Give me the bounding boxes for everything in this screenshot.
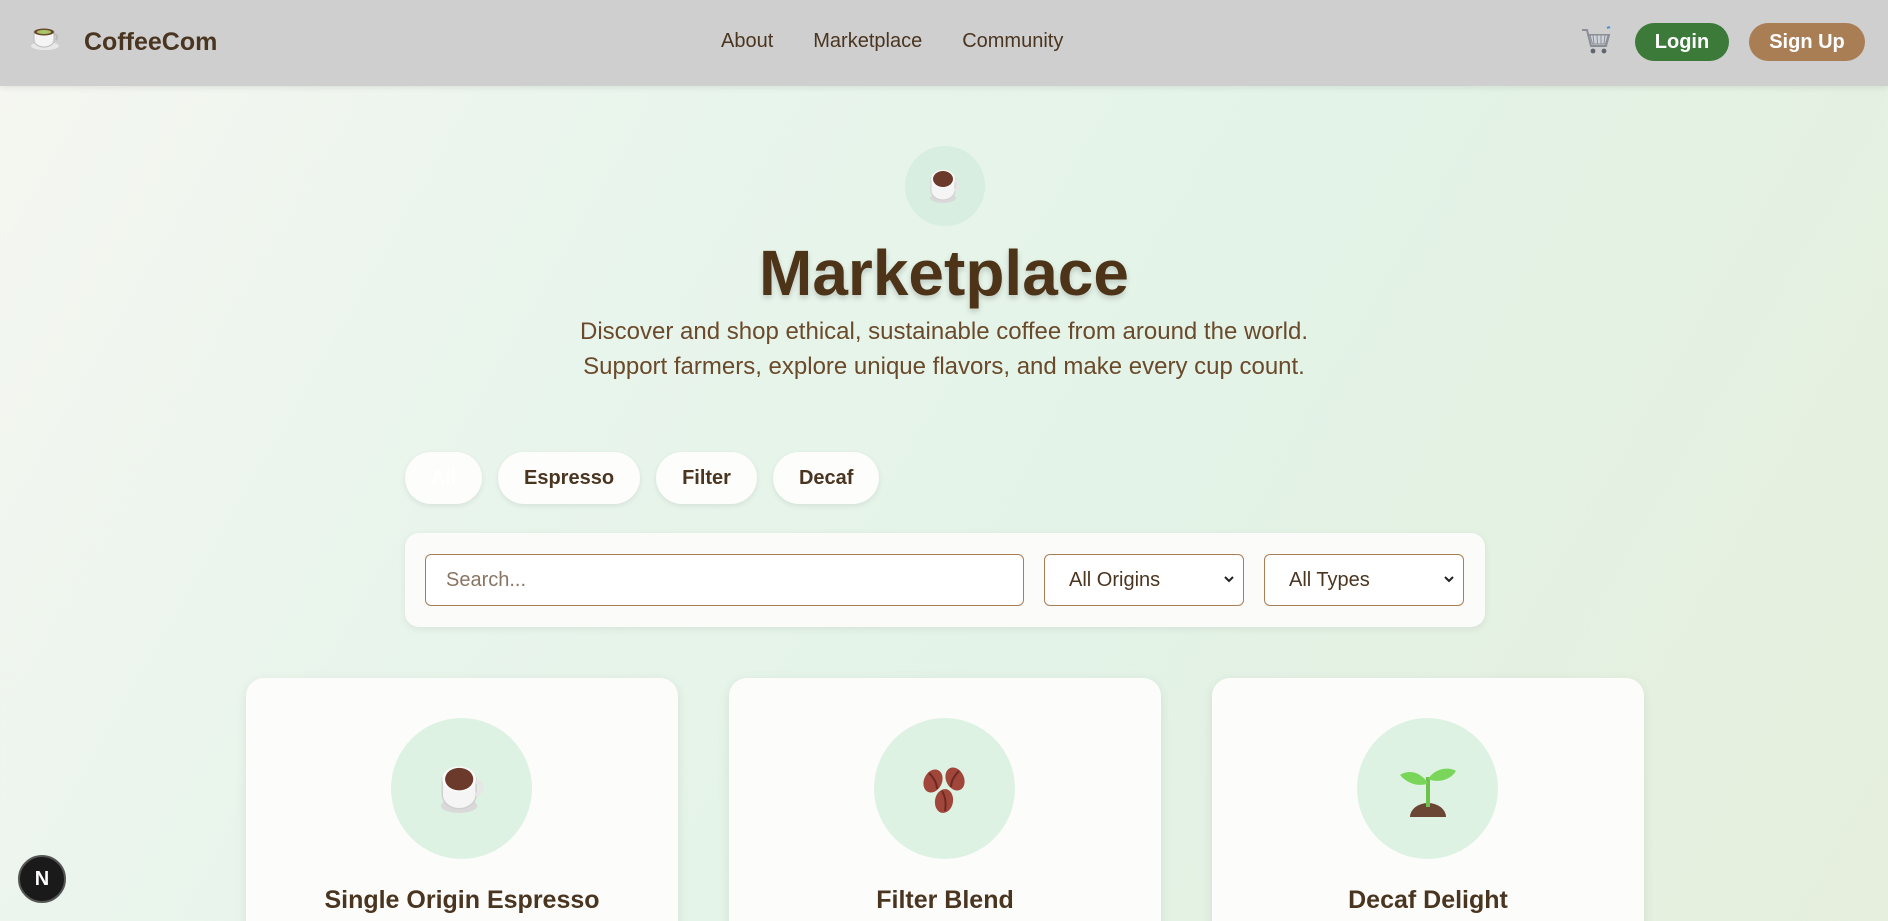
origin-select-value: All Origins: [1069, 568, 1161, 591]
chip-all[interactable]: All: [405, 452, 482, 504]
coffee-cup-icon: [930, 170, 961, 203]
coffee-cup-icon[interactable]: [28, 24, 62, 52]
main-nav: About Marketplace Community: [721, 30, 1063, 53]
product-icon-badge: [1357, 718, 1498, 859]
navbar: CoffeeCom About Marketplace Community Lo…: [0, 0, 1888, 86]
origin-select[interactable]: All Origins: [1044, 554, 1244, 606]
page-subtitle: Discover and shop ethical, sustainable c…: [0, 314, 1888, 384]
search-panel: All Origins All Types: [405, 533, 1485, 627]
coffee-beans-icon: [922, 766, 965, 813]
brand-name[interactable]: CoffeeCom: [84, 28, 217, 57]
page-title: Marketplace: [759, 237, 1129, 309]
product-icon-badge: [391, 718, 532, 859]
type-select[interactable]: All Types: [1264, 554, 1464, 606]
product-card[interactable]: Single Origin Espresso: [246, 678, 678, 921]
product-card[interactable]: Decaf Delight: [1212, 678, 1644, 921]
chevron-down-icon: [1444, 576, 1454, 583]
nav-link-about[interactable]: About: [721, 30, 773, 53]
search-input[interactable]: [425, 554, 1024, 606]
page-subtitle-line-2: Support farmers, explore unique flavors,…: [583, 353, 1305, 380]
hero-icon-badge: [905, 146, 985, 226]
login-button[interactable]: Login: [1635, 23, 1729, 61]
product-icon-badge: [874, 718, 1015, 859]
nav-link-community[interactable]: Community: [962, 30, 1063, 53]
signup-button[interactable]: Sign Up: [1749, 23, 1865, 61]
chip-filter[interactable]: Filter: [656, 452, 757, 504]
chip-decaf[interactable]: Decaf: [772, 452, 880, 504]
product-title: Decaf Delight: [1348, 886, 1508, 914]
category-filter-chips: All Espresso Filter Decaf: [405, 452, 880, 504]
seedling-icon: [1399, 768, 1456, 817]
product-card[interactable]: Filter Blend: [729, 678, 1161, 921]
shopping-cart-icon[interactable]: [1580, 26, 1612, 56]
type-select-value: All Types: [1289, 568, 1370, 591]
coffee-cup-icon: [440, 765, 484, 813]
chevron-down-icon: [1224, 576, 1234, 583]
nav-link-marketplace[interactable]: Marketplace: [813, 30, 922, 53]
chip-espresso[interactable]: Espresso: [498, 452, 641, 504]
product-title: Single Origin Espresso: [324, 886, 600, 914]
dev-tools-badge[interactable]: N: [18, 855, 66, 903]
product-title: Filter Blend: [876, 886, 1014, 914]
page-subtitle-line-1: Discover and shop ethical, sustainable c…: [580, 318, 1308, 345]
